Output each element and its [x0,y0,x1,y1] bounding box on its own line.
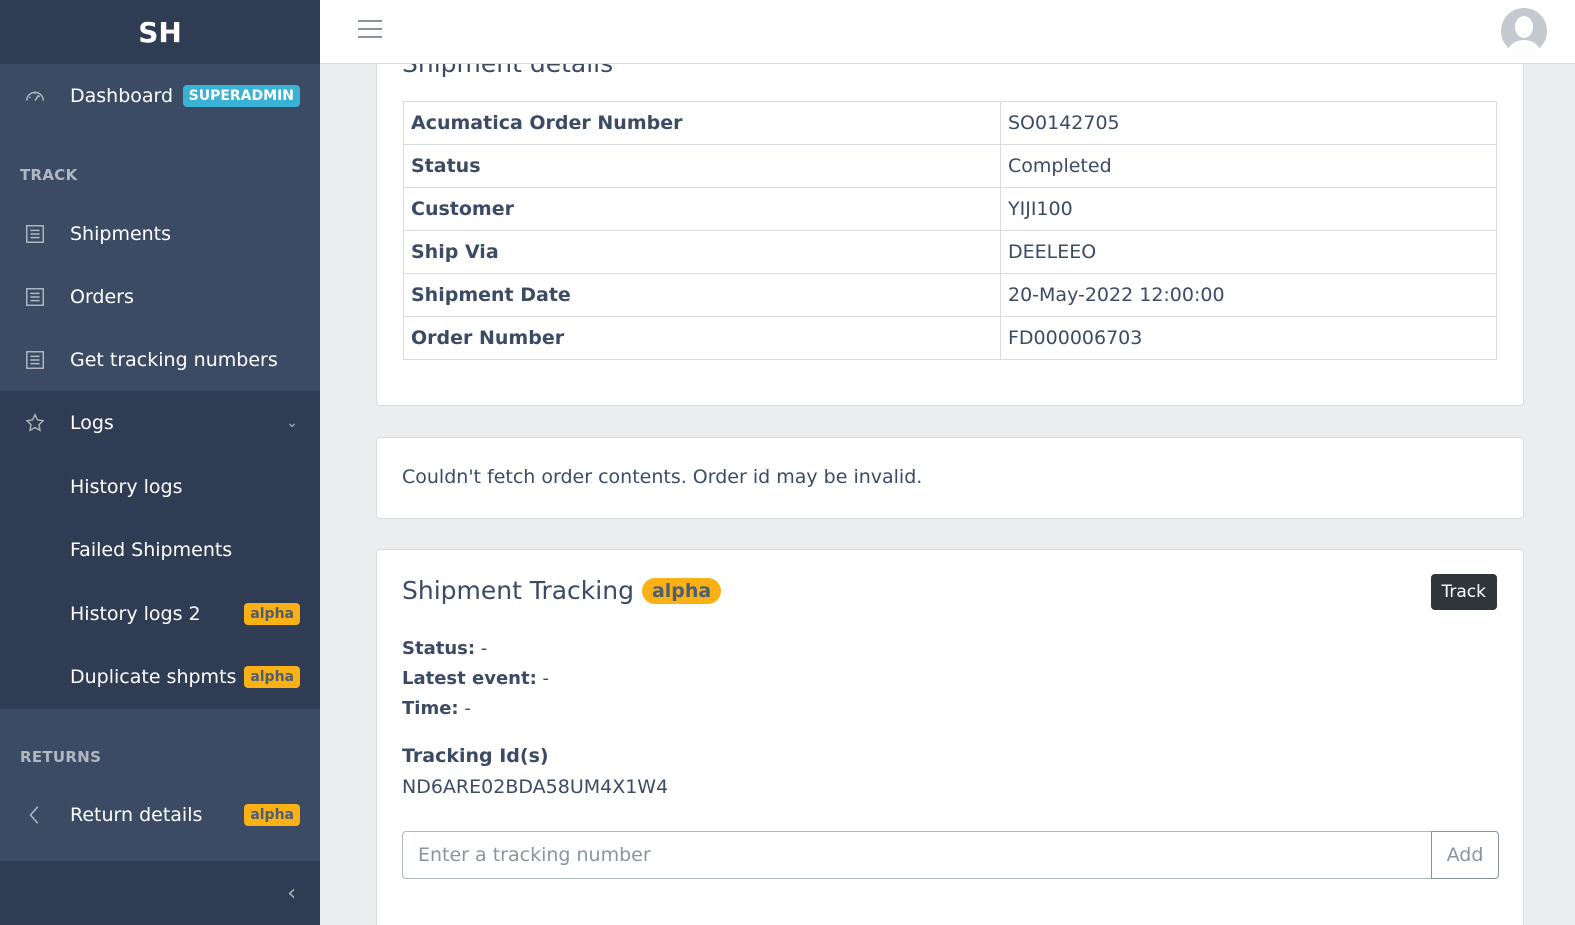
brand-logo[interactable]: SH [0,0,320,64]
table-cell-value: FD000006703 [1000,316,1497,360]
sidebar-item-orders[interactable]: Orders [0,265,320,329]
shipment-details-table: Acumatica Order Number SO0142705 Status Com… [403,101,1497,360]
add-button[interactable]: Add [1431,831,1499,879]
star-icon [0,412,70,434]
sidebar-item-label: Get tracking numbers [70,349,278,371]
sidebar-item-logs[interactable]: Logs ⌄ [0,391,320,455]
table-row: Shipment Date 20-May-2022 12:00:00 [403,273,1497,317]
sidebar-item-label: Return details [70,804,203,826]
table-cell-key: Acumatica Order Number [403,101,1001,145]
table-cell-key: Order Number [403,316,1001,360]
sidebar-minimizer[interactable]: ‹ [0,861,320,925]
sidebar-item-get-tracking-numbers[interactable]: Get tracking numbers [0,328,320,392]
order-contents-card: Couldn't fetch order contents. Order id … [376,437,1524,519]
table-cell-value: DEELEEO [1000,230,1497,274]
alpha-badge: alpha [641,577,722,604]
sidebar-item-history-logs-2[interactable]: History logs 2 alpha [0,582,320,646]
shipment-tracking-title: Shipment Tracking alpha [402,576,722,605]
tracking-number-input[interactable] [402,831,1432,879]
tracking-latest-event: Latest event: - [402,668,549,689]
sidebar-item-label: Logs [70,412,114,434]
tracking-status: Status: - [402,638,487,659]
tracking-latest-event-value: - [542,668,550,689]
tracking-title-text: Shipment Tracking [402,576,634,605]
chevron-left-icon[interactable]: ‹ [287,881,296,906]
shipment-tracking-card: Shipment Tracking alpha Track Status: - … [376,549,1524,925]
chevron-down-icon: ⌄ [286,415,298,431]
hamburger-menu-icon[interactable] [358,20,382,40]
superadmin-badge: SUPERADMIN [182,85,300,107]
alpha-badge: alpha [244,603,300,625]
nav-title-track: TRACK [20,166,78,184]
sidebar-item-label: Dashboard [70,85,174,107]
order-contents-message: Couldn't fetch order contents. Order id … [402,466,923,488]
logs-dropdown: Logs ⌄ History logs Failed Shipments His… [0,391,320,709]
sidebar-item-shipments[interactable]: Shipments [0,202,320,266]
list-icon [0,223,70,245]
sidebar-item-label: Shipments [70,223,172,245]
list-icon [0,349,70,371]
tracking-status-label: Status: [402,638,476,659]
table-cell-value: Completed [1000,144,1497,188]
table-cell-key: Shipment Date [403,273,1001,317]
sidebar-item-duplicate-shpmts[interactable]: Duplicate shpmts alpha [0,645,320,709]
sidebar-item-history-logs[interactable]: History logs [70,476,183,498]
sidebar-item-dashboard[interactable]: Dashboard SUPERADMIN [0,64,320,128]
table-cell-value: 20-May-2022 12:00:00 [1000,273,1497,317]
table-row: Status Completed [403,144,1497,188]
tracking-latest-event-label: Latest event: [402,668,537,689]
tracking-time-label: Time: [402,698,459,719]
add-tracking-group: Add [402,831,1499,879]
chevron-left-icon [0,804,70,826]
list-icon [0,286,70,308]
track-button[interactable]: Track [1430,574,1497,610]
sidebar-item-return-details[interactable]: Return details alpha [0,783,320,847]
sidebar-item-label: Orders [70,286,134,308]
alpha-badge: alpha [244,804,300,826]
tracking-ids-value: ND6ARE02BDA58UM4X1W4 [402,776,669,798]
header [320,0,1575,64]
table-cell-key: Status [403,144,1001,188]
shipment-details-card: Shipment details Acumatica Order NumberS… [376,40,1524,406]
tracking-ids-label: Tracking Id(s) [402,745,549,767]
table-cell-key: Customer [403,187,1001,231]
alpha-badge: alpha [244,666,300,688]
tracking-status-value: - [480,638,488,659]
table-row: Order Number FD000006703 [403,316,1497,360]
speedometer-icon [0,85,70,107]
table-row: Customer YIJI100 [403,187,1497,231]
table-cell-value: YIJI100 [1000,187,1497,231]
sidebar-item-failed-shipments[interactable]: Failed Shipments [70,539,232,561]
table-row: Acumatica Order Number SO0142705 [403,101,1497,145]
table-row: Ship Via DEELEEO [403,230,1497,274]
sidebar-item-label: History logs 2 [70,603,201,625]
sidebar-item-label: Duplicate shpmts [70,666,237,688]
table-cell-value: SO0142705 [1000,101,1497,145]
tracking-time: Time: - [402,698,471,719]
sidebar: SH Dashboard SUPERADMIN TRACK Shipments … [0,0,320,925]
avatar[interactable] [1501,8,1547,54]
table-cell-key: Ship Via [403,230,1001,274]
nav-title-returns: RETURNS [20,748,102,766]
tracking-time-value: - [464,698,471,719]
